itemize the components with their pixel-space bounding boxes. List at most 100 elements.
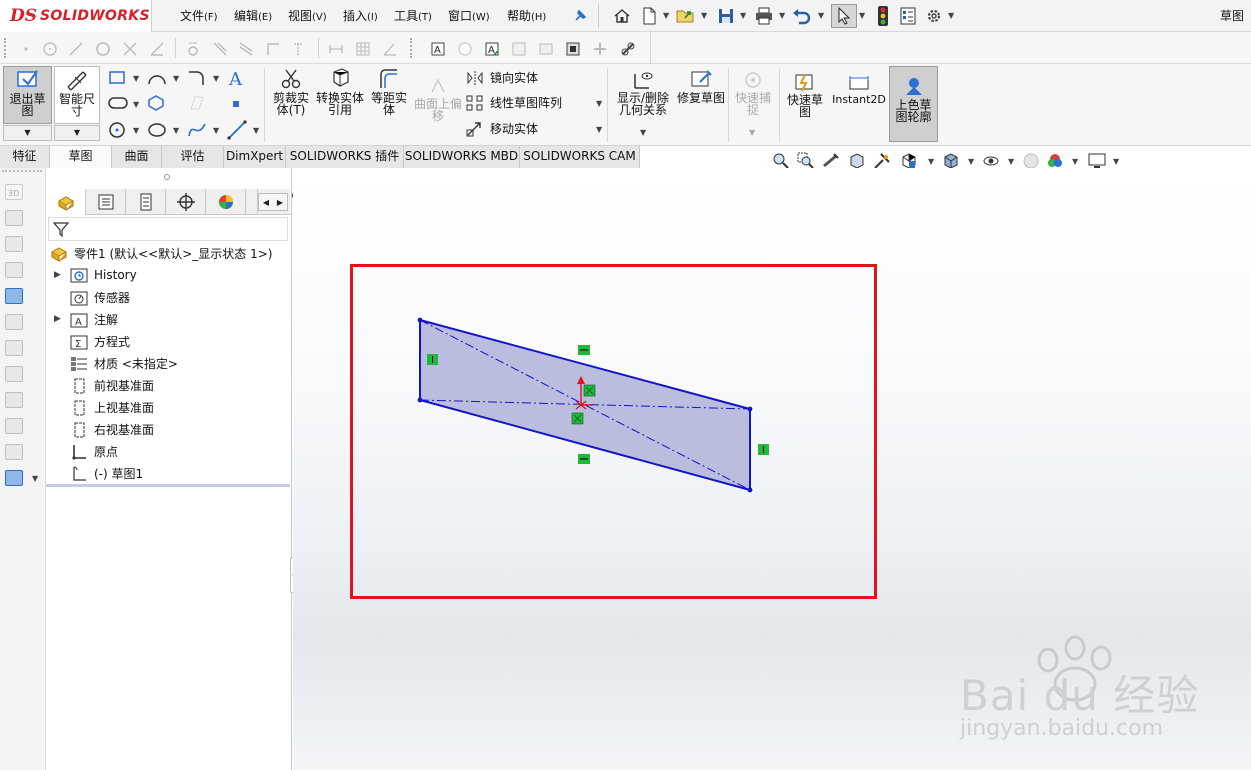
extend-ghost-icon[interactable] [149, 41, 165, 57]
right-view-icon[interactable] [5, 366, 23, 382]
tree-item-equations[interactable]: Σ 方程式 [70, 333, 130, 350]
instant2d-button[interactable]: Instant2D [832, 74, 886, 106]
configurationmanager-tab[interactable] [126, 189, 166, 215]
trim-entities-button[interactable]: 剪裁实体(T) [268, 68, 314, 116]
chevron-down-icon[interactable]: ▼ [663, 11, 669, 20]
save-icon[interactable] [716, 6, 736, 26]
chevron-down-icon[interactable]: ▼ [859, 11, 865, 20]
display-relations-button[interactable]: 显示/删除几何关系 [612, 68, 674, 116]
chevron-down-icon[interactable]: ▼ [701, 11, 707, 20]
options-gear-icon[interactable] [924, 6, 944, 26]
balloon-ghost-icon[interactable] [457, 41, 473, 57]
chevron-down-icon[interactable]: ▼ [968, 157, 974, 166]
scroll-right-icon[interactable]: ▶ [277, 198, 283, 207]
dimetric-icon[interactable] [5, 262, 23, 278]
filter-icon[interactable] [53, 221, 69, 237]
normal-to-icon[interactable] [5, 470, 23, 486]
rollback-bar[interactable] [46, 484, 290, 487]
featuremanager-tab[interactable] [46, 189, 86, 215]
grid-ghost-icon[interactable] [355, 41, 371, 57]
tab-mbd[interactable]: SOLIDWORKS MBD [404, 146, 520, 168]
hole-callout-icon[interactable] [620, 41, 636, 57]
chevron-down-icon[interactable]: ▼ [213, 74, 219, 83]
rapid-sketch-button[interactable]: 快速草图 [782, 72, 828, 118]
undo-icon[interactable] [792, 6, 812, 26]
exit-sketch-dropdown[interactable]: ▼ [3, 125, 52, 141]
circle-icon[interactable] [95, 41, 111, 57]
chevron-down-icon[interactable]: ▼ [596, 99, 602, 108]
fillet-ghost-icon[interactable] [185, 41, 201, 57]
tab-features[interactable]: 特征 [0, 146, 50, 168]
menu-window[interactable]: 窗口(W) [448, 7, 490, 24]
chevron-down-icon[interactable]: ▼ [173, 74, 179, 83]
left-view-icon[interactable] [5, 340, 23, 356]
tab-addins[interactable]: SOLIDWORKS 插件 [286, 146, 404, 168]
tree-item-origin[interactable]: 原点 [70, 443, 118, 460]
pin-icon[interactable] [570, 6, 590, 26]
quick-snaps-button[interactable]: 快速捕捉 [730, 70, 776, 116]
angle-ghost-icon[interactable] [382, 41, 398, 57]
3d-view-icon[interactable]: 3D [5, 184, 23, 200]
line-tool-icon[interactable] [227, 120, 247, 140]
menu-insert[interactable]: 插入(I) [343, 7, 378, 24]
single-view-icon[interactable] [5, 444, 23, 460]
datum-icon[interactable]: A [484, 41, 500, 57]
chevron-down-icon[interactable]: ▼ [32, 474, 38, 483]
new-document-icon[interactable] [639, 6, 659, 26]
chevron-down-icon[interactable]: ▼ [213, 126, 219, 135]
chevron-down-icon[interactable]: ▼ [133, 126, 139, 135]
vertical-ghost-icon[interactable] [290, 41, 306, 57]
tab-evaluate[interactable]: 评估 [162, 146, 224, 168]
chamfer-ghost-icon[interactable] [212, 41, 228, 57]
tree-item-annotations[interactable]: A 注解 [70, 311, 118, 328]
tree-item-front-plane[interactable]: 前视基准面 [70, 377, 154, 394]
surface-finish-icon[interactable] [565, 41, 581, 57]
smart-dimension-button[interactable]: 智能尺寸 [54, 66, 100, 124]
panel-grip[interactable] [164, 174, 170, 180]
propertymanager-tab[interactable] [86, 189, 126, 215]
chevron-down-icon[interactable]: ▼ [253, 126, 259, 135]
tab-cam[interactable]: SOLIDWORKS CAM [520, 146, 640, 168]
chevron-down-icon[interactable]: ▼ [596, 125, 602, 134]
note-icon[interactable]: A [430, 41, 446, 57]
chevron-down-icon[interactable]: ▼ [779, 11, 785, 20]
point-icon[interactable] [18, 41, 34, 57]
dimxpertmanager-tab[interactable] [166, 189, 206, 215]
plane-ghost-icon[interactable] [188, 94, 206, 112]
datum-target-ghost-icon[interactable] [511, 41, 527, 57]
chevron-down-icon[interactable]: ▼ [1113, 157, 1119, 166]
sketch-point-icon[interactable] [232, 100, 240, 108]
file-properties-icon[interactable] [898, 6, 918, 26]
tree-filter[interactable] [48, 217, 288, 241]
tab-sketch[interactable]: 草图 [50, 146, 112, 168]
menu-view[interactable]: 视图(V) [288, 7, 327, 24]
weld-ghost-icon[interactable] [592, 41, 608, 57]
isometric-icon[interactable] [5, 210, 23, 226]
bottom-view-icon[interactable] [5, 418, 23, 434]
text-icon[interactable]: A [228, 68, 246, 88]
tab-surfaces[interactable]: 曲面 [112, 146, 162, 168]
chevron-down-icon[interactable]: ▼ [133, 100, 139, 109]
tree-item-sensors[interactable]: 传感器 [70, 289, 130, 306]
home-icon[interactable] [612, 6, 632, 26]
trimetric-icon[interactable] [5, 236, 23, 252]
ellipse-icon[interactable] [147, 121, 167, 139]
chevron-down-icon[interactable]: ▼ [133, 74, 139, 83]
trim-ghost-icon[interactable] [122, 41, 138, 57]
repair-sketch-button[interactable]: 修复草图 [677, 68, 725, 104]
scroll-left-icon[interactable]: ◀ [263, 198, 269, 207]
solidworks-logo[interactable]: DS SOLIDWORKS [0, 0, 152, 32]
expand-arrow-icon[interactable]: ▶ [54, 270, 61, 280]
convert-entities-button[interactable]: 转换实体引用 [316, 68, 364, 116]
centerpoint-circle-icon[interactable] [42, 41, 58, 57]
tree-root-part[interactable]: 零件1 (默认<<默认>_显示状态 1>) [50, 245, 272, 262]
horizontal-dimension-ghost-icon[interactable] [328, 41, 344, 57]
tree-item-history[interactable]: History [70, 267, 137, 283]
rectangle-icon[interactable] [108, 70, 126, 86]
expand-arrow-icon[interactable]: ▶ [54, 314, 61, 324]
corner-ghost-icon[interactable] [265, 41, 281, 57]
displaymanager-tab[interactable] [206, 189, 246, 215]
parallel-ghost-icon[interactable] [238, 41, 254, 57]
top-view-icon[interactable] [5, 392, 23, 408]
gtol-ghost-icon[interactable] [538, 41, 554, 57]
